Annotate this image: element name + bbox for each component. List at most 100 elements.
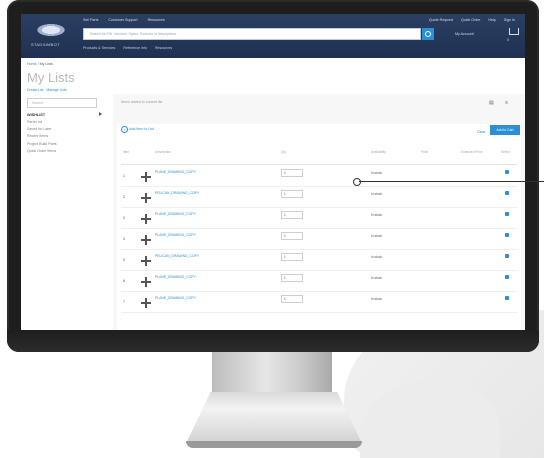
plus-circle-icon[interactable]: + <box>121 126 128 133</box>
quantity-input[interactable]: 1 <box>281 274 303 282</box>
monitor-base-edge <box>186 441 362 448</box>
sidebar-search-input[interactable]: Search <box>27 98 97 108</box>
select-checkbox[interactable] <box>505 170 509 174</box>
sidebar-item[interactable]: Recent Items <box>27 134 57 138</box>
site-header: STADIUMBOT Sell Parts Customer Support R… <box>21 14 525 58</box>
airplane-icon <box>139 255 153 267</box>
top-link-resources[interactable]: Resources <box>148 18 165 22</box>
quantity-input[interactable]: 1 <box>281 211 303 219</box>
view-toggle-icons[interactable]: ▤ ≡ <box>489 100 513 106</box>
search-input[interactable]: Search for P/N, Vendors, Specs, Products… <box>83 28 421 40</box>
col-description[interactable]: Description <box>155 150 171 154</box>
sidebar-item[interactable]: Parts List <box>27 120 57 124</box>
subnav-reference[interactable]: Reference Info <box>123 46 147 50</box>
search-placeholder: Search for P/N, Vendors, Specs, Products… <box>90 32 177 36</box>
row-number: 3 <box>123 216 125 220</box>
quote-link[interactable]: Quote Request <box>429 18 453 22</box>
availability-text: In stock <box>371 297 382 301</box>
table-row: 1 PLANE_DRAWING_COPY 1 In stock <box>121 166 517 187</box>
item-link[interactable]: PLANE_DRAWING_COPY <box>155 296 196 300</box>
monitor-neck <box>212 352 332 396</box>
subnav-resources[interactable]: Resources <box>155 46 172 50</box>
select-checkbox[interactable] <box>505 191 509 195</box>
select-checkbox[interactable] <box>505 275 509 279</box>
row-number: 2 <box>123 195 125 199</box>
availability-text: In stock <box>371 171 382 175</box>
item-link[interactable]: PELICAN_DRAWING_COPY <box>155 254 199 258</box>
sidebar-links[interactable]: Create List · Manage Lists <box>27 88 67 92</box>
subnav-products[interactable]: Products & Services <box>83 46 115 50</box>
item-link[interactable]: PLANE_DRAWING_COPY <box>155 170 196 174</box>
airplane-icon <box>139 192 153 204</box>
select-checkbox[interactable] <box>505 233 509 237</box>
list-info-label: Items added to current list <box>121 100 163 104</box>
row-number: 4 <box>123 237 125 241</box>
item-link[interactable]: PELICAN_DRAWING_COPY <box>155 191 199 195</box>
cart-count: 0 <box>507 38 509 42</box>
select-checkbox[interactable] <box>505 254 509 258</box>
item-link[interactable]: PLANE_DRAWING_COPY <box>155 212 196 216</box>
sidebar-item[interactable]: Project Build Parts <box>27 142 57 146</box>
quick-order-link[interactable]: Quick Order <box>461 18 480 22</box>
item-link[interactable]: PLANE_DRAWING_COPY <box>155 275 196 279</box>
account-link[interactable]: My Account <box>455 32 474 36</box>
monitor-chin <box>7 330 539 352</box>
search-button[interactable] <box>422 28 434 40</box>
quantity-input[interactable]: 1 <box>281 295 303 303</box>
breadcrumb-current: My Lists <box>39 62 53 66</box>
table-row: 7 PLANE_DRAWING_COPY 1 In stock <box>121 292 517 313</box>
top-link-support[interactable]: Customer Support <box>108 18 137 22</box>
breadcrumb-home[interactable]: Home <box>27 62 37 66</box>
page-title: My Lists <box>27 70 75 85</box>
table-row: 2 PELICAN_DRAWING_COPY 1 In stock <box>121 187 517 208</box>
table-header: Item Description Qty Availability Price … <box>121 144 517 165</box>
sidebar-heading[interactable]: WISHLIST <box>27 113 45 117</box>
quantity-input[interactable]: 1 <box>281 190 303 198</box>
airplane-icon <box>139 171 153 183</box>
table-row: 6 PLANE_DRAWING_COPY 1 In stock <box>121 271 517 292</box>
sign-in-link[interactable]: Sign In <box>504 18 515 22</box>
airplane-icon <box>139 213 153 225</box>
logo-text: STADIUMBOT <box>31 42 60 47</box>
top-link-sell[interactable]: Sell Parts <box>83 18 98 22</box>
chevron-right-icon[interactable] <box>99 112 102 116</box>
add-to-cart-button[interactable]: Add to Cart <box>490 125 520 135</box>
row-number: 6 <box>123 279 125 283</box>
clear-link[interactable]: Clear <box>477 130 486 134</box>
callout-line <box>359 181 544 182</box>
callout-marker <box>353 178 361 186</box>
top-links: Sell Parts Customer Support Resources <box>83 18 165 22</box>
airplane-icon <box>139 234 153 246</box>
sidebar-list: Parts List Saved for Later Recent Items … <box>27 120 57 156</box>
col-item: Item <box>123 150 130 154</box>
item-link[interactable]: PLANE_DRAWING_COPY <box>155 233 196 237</box>
sidebar-item[interactable]: Saved for Later <box>27 127 57 131</box>
col-select: Select <box>501 150 510 154</box>
sub-nav: Products & Services Reference Info Resou… <box>83 46 172 50</box>
quantity-input[interactable]: 1 <box>281 253 303 261</box>
table-row: 4 PLANE_DRAWING_COPY 1 In stock <box>121 229 517 250</box>
col-availability: Availability <box>371 150 387 154</box>
table-row: 5 PELICAN_DRAWING_COPY 1 In stock <box>121 250 517 271</box>
select-checkbox[interactable] <box>505 212 509 216</box>
logo-icon[interactable] <box>35 23 67 37</box>
col-qty: Qty <box>281 150 286 154</box>
cart-icon[interactable] <box>509 28 519 35</box>
row-number: 1 <box>123 174 125 178</box>
select-checkbox[interactable] <box>505 296 509 300</box>
sidebar-item[interactable]: Quick Order Items <box>27 149 57 153</box>
table-row: 3 PLANE_DRAWING_COPY 1 In stock <box>121 208 517 229</box>
monitor-frame: STADIUMBOT Sell Parts Customer Support R… <box>7 0 539 352</box>
availability-text: In stock <box>371 255 382 259</box>
help-link[interactable]: Help <box>488 18 495 22</box>
col-extended-price: Extended Price <box>461 150 483 154</box>
col-price: Price <box>421 150 429 154</box>
quantity-input[interactable]: 1 <box>281 232 303 240</box>
row-number: 5 <box>123 258 125 262</box>
add-item-link[interactable]: Add Item to List <box>129 127 154 131</box>
row-number: 7 <box>123 300 125 304</box>
availability-text: In stock <box>371 213 382 217</box>
airplane-icon <box>139 276 153 288</box>
quantity-input[interactable]: 1 <box>281 169 303 177</box>
monitor-base <box>186 392 362 444</box>
